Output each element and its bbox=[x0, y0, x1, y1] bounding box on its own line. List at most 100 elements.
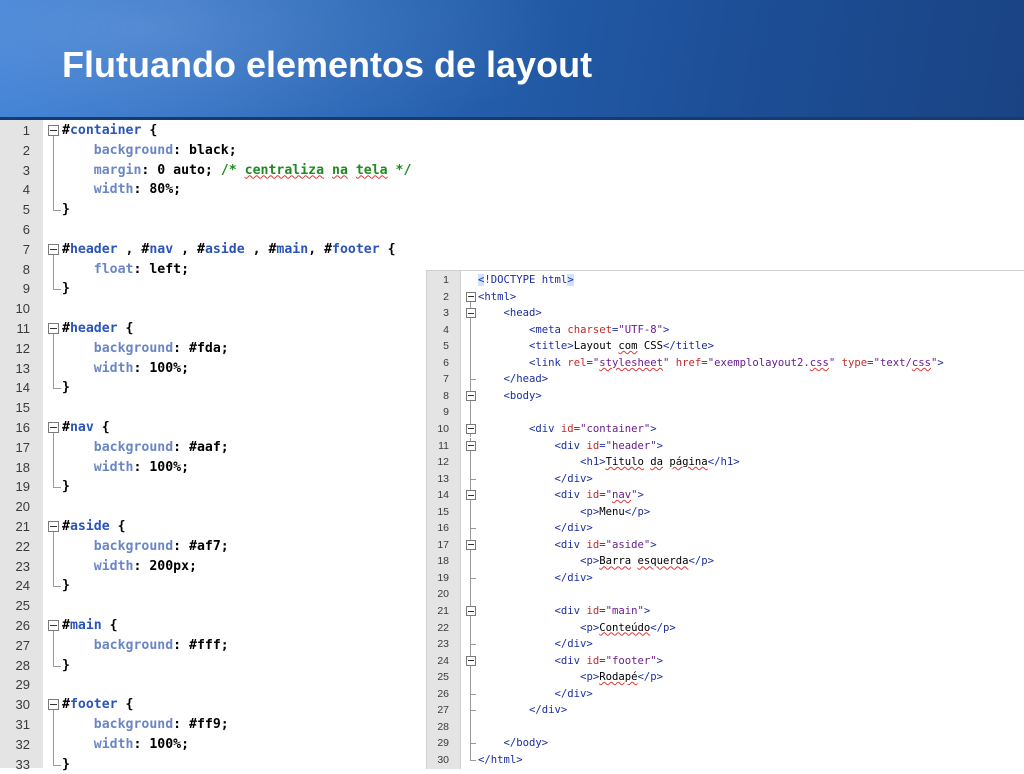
fold-collapse-icon[interactable] bbox=[48, 422, 59, 433]
html-code-line[interactable]: 5 <title>Layout com CSS</title> bbox=[427, 338, 1024, 355]
html-code-line[interactable]: 2 <html> bbox=[427, 289, 1024, 306]
css-code-line[interactable]: 7 #header , #nav , #aside , #main, #foote… bbox=[0, 240, 1024, 260]
fold-collapse-icon[interactable] bbox=[48, 699, 59, 711]
css-code-token: width bbox=[93, 459, 134, 475]
fold-collapse-icon[interactable] bbox=[466, 490, 476, 501]
html-code-line[interactable]: 14 <div id="nav"> bbox=[427, 487, 1024, 504]
css-code-token: /* bbox=[220, 162, 245, 178]
html-code-token bbox=[478, 357, 529, 369]
fold-guide-line bbox=[470, 371, 471, 388]
html-code-line[interactable]: 26 </div> bbox=[427, 685, 1024, 703]
css-line-number: 16 bbox=[15, 420, 30, 435]
fold-guide-line bbox=[53, 160, 54, 181]
css-code-line[interactable]: 1 #container { bbox=[0, 121, 1024, 141]
html-code-line[interactable]: 15 <p>Menu</p> bbox=[427, 503, 1024, 521]
html-code-token bbox=[478, 522, 555, 534]
html-code-line[interactable]: 25 <p>Rodapé</p> bbox=[427, 669, 1024, 686]
html-line-number: 30 bbox=[437, 753, 449, 766]
html-code-token bbox=[478, 638, 555, 650]
html-code-token: id bbox=[586, 605, 600, 617]
css-code-text: width: 100%; bbox=[62, 735, 189, 755]
fold-collapse-icon[interactable] bbox=[466, 291, 476, 302]
css-line-number: 28 bbox=[15, 657, 30, 673]
html-code-token: href bbox=[675, 356, 702, 369]
html-code-line[interactable]: 18 <p>Barra esquerda</p> bbox=[427, 553, 1024, 570]
html-code-line[interactable]: 28 bbox=[427, 718, 1024, 736]
css-code-token: width bbox=[93, 360, 134, 376]
html-code-line[interactable]: 20 bbox=[427, 586, 1024, 603]
html-code-line[interactable]: 3 <head> bbox=[427, 305, 1024, 322]
html-code-line[interactable]: 23 </div> bbox=[427, 636, 1024, 653]
fold-guide-line bbox=[470, 685, 471, 703]
css-line-number: 20 bbox=[15, 499, 30, 515]
fold-collapse-icon[interactable] bbox=[48, 620, 59, 631]
html-code-token: </div> bbox=[529, 704, 568, 717]
css-code-token: background bbox=[93, 538, 174, 554]
html-code-line[interactable]: 19 </div> bbox=[427, 569, 1024, 587]
html-code-line[interactable]: 16 </div> bbox=[427, 520, 1024, 537]
html-code-line[interactable]: 24 <div id="footer"> bbox=[427, 652, 1024, 670]
fold-collapse-icon[interactable] bbox=[48, 521, 59, 532]
css-line-number: 2 bbox=[22, 142, 30, 158]
fold-collapse-icon[interactable] bbox=[466, 308, 476, 319]
html-code-line[interactable]: 29 </body> bbox=[427, 735, 1024, 752]
css-code-line[interactable]: 2 background: black; bbox=[0, 140, 1024, 161]
css-code-line[interactable]: 5} bbox=[0, 200, 1024, 220]
css-code-line[interactable]: 4 width: 80%; bbox=[0, 180, 1024, 201]
html-code-line[interactable]: 4 <meta charset="UTF-8"> bbox=[427, 321, 1024, 339]
html-code-line[interactable]: 10 <div id="container"> bbox=[427, 420, 1024, 438]
html-code-line[interactable]: 9 bbox=[427, 404, 1024, 421]
css-code-text: #footer { bbox=[62, 695, 133, 715]
fold-collapse-icon[interactable] bbox=[48, 125, 59, 136]
css-code-token: centraliza bbox=[244, 162, 325, 178]
html-code-text: </div> bbox=[478, 520, 593, 537]
css-code-text: width: 100%; bbox=[62, 359, 189, 379]
fold-collapse-icon[interactable] bbox=[48, 323, 59, 334]
html-code-line[interactable]: 22 <p>Conteúdo</p> bbox=[427, 619, 1024, 637]
fold-collapse-icon[interactable] bbox=[466, 539, 476, 550]
html-code-line[interactable]: 11 <div id="header"> bbox=[427, 437, 1024, 455]
css-code-token: } bbox=[62, 380, 70, 396]
css-line-number: 19 bbox=[15, 479, 30, 495]
html-code-line[interactable]: 8 <body> bbox=[427, 387, 1024, 405]
html-code-token: id bbox=[560, 422, 574, 435]
css-code-line[interactable]: 6 bbox=[0, 220, 1024, 240]
html-code-token: </p> bbox=[650, 621, 676, 634]
html-code-line[interactable]: 30 </html> bbox=[427, 751, 1024, 769]
css-code-token: nav bbox=[149, 241, 174, 257]
html-code-token: <p> bbox=[580, 621, 600, 634]
css-line-number: 12 bbox=[15, 340, 30, 356]
html-code-text: <head> bbox=[478, 305, 542, 322]
html-line-number: 24 bbox=[437, 654, 449, 667]
css-code-token: { bbox=[101, 618, 118, 633]
html-code-line[interactable]: 12 <h1>Titulo da página</h1> bbox=[427, 454, 1024, 471]
fold-collapse-icon[interactable] bbox=[466, 606, 476, 616]
css-code-text: background: #ff9; bbox=[62, 715, 229, 735]
html-code-token: </div> bbox=[554, 472, 593, 485]
fold-collapse-icon[interactable] bbox=[466, 423, 476, 434]
css-line-number: 1 bbox=[22, 123, 30, 138]
html-code-line[interactable]: 21 <div id="main"> bbox=[427, 603, 1024, 620]
fold-collapse-icon[interactable] bbox=[466, 390, 476, 401]
css-line-number: 4 bbox=[22, 182, 30, 198]
css-code-token: } bbox=[62, 657, 70, 673]
css-code-token bbox=[62, 361, 94, 376]
css-line-number: 32 bbox=[15, 736, 30, 752]
html-code-line[interactable]: 17 <div id="aside"> bbox=[427, 536, 1024, 554]
html-code-text: <p>Menu</p> bbox=[478, 504, 650, 521]
html-code-text: <div id="main"> bbox=[478, 603, 651, 620]
html-code-token: > bbox=[663, 323, 670, 336]
html-code-text: <h1>Titulo da página</h1> bbox=[478, 454, 740, 471]
html-code-line[interactable]: 6 <link rel="stylesheet" href="exemplola… bbox=[427, 354, 1024, 372]
html-line-number: 22 bbox=[437, 621, 449, 634]
fold-collapse-icon[interactable] bbox=[48, 243, 59, 255]
html-code-line[interactable]: 13 </div> bbox=[427, 470, 1024, 488]
css-code-line[interactable]: 3 margin: 0 auto; /* centraliza na tela … bbox=[0, 160, 1024, 181]
html-code-token: <div bbox=[554, 538, 587, 551]
fold-collapse-icon[interactable] bbox=[466, 655, 476, 666]
html-code-line[interactable]: 7 </head> bbox=[427, 371, 1024, 388]
fold-collapse-icon[interactable] bbox=[466, 440, 476, 451]
html-code-line[interactable]: 1 <!DOCTYPE html> bbox=[427, 272, 1024, 289]
html-code-token: </p> bbox=[624, 505, 651, 518]
html-code-line[interactable]: 27 </div> bbox=[427, 702, 1024, 719]
